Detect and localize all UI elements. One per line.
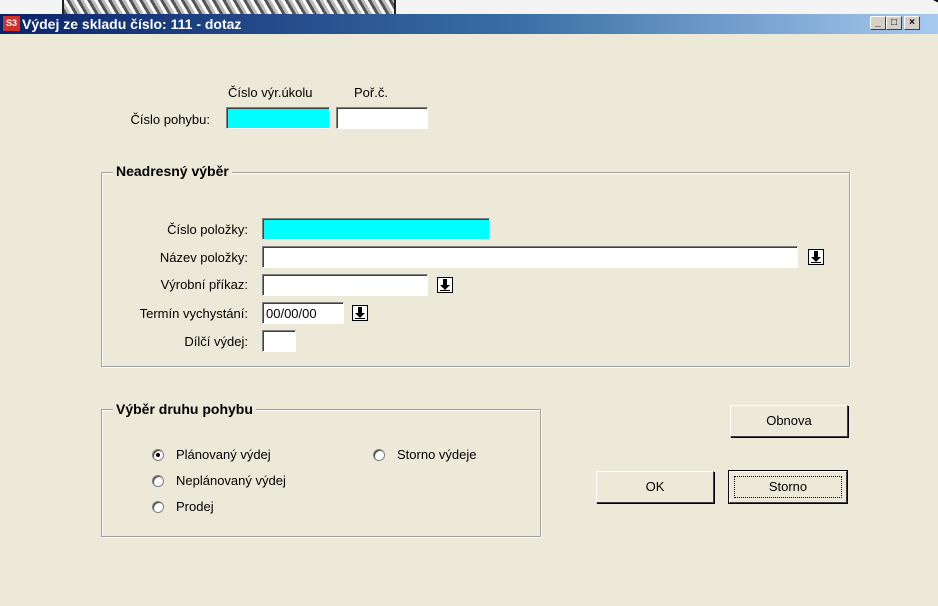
item-number-label: Číslo položky:	[167, 222, 248, 237]
ok-button[interactable]: OK	[596, 471, 714, 503]
radio-label: Neplánovaný výdej	[176, 473, 286, 488]
maximize-button[interactable]: □	[886, 16, 902, 30]
minimize-icon: _	[875, 17, 881, 28]
movement-number-label: Číslo pohybu:	[130, 112, 211, 127]
radio-cancel-issue[interactable]: Storno výdeje	[373, 446, 533, 464]
order-number-column-header: Poř.č.	[354, 85, 388, 100]
radio-button[interactable]	[373, 449, 385, 461]
item-number-input[interactable]	[262, 218, 490, 240]
window-title: Výdej ze skladu číslo: 111 - dotaz	[22, 16, 242, 32]
radio-dot	[156, 453, 160, 457]
production-order-lookup-button[interactable]	[437, 277, 453, 293]
background-image	[62, 0, 396, 14]
refresh-button[interactable]: Obnova	[730, 405, 848, 437]
radio-sale[interactable]: Prodej	[152, 498, 352, 516]
cancel-button[interactable]: Storno	[728, 470, 848, 504]
download-arrow-icon	[355, 307, 365, 319]
task-number-input[interactable]	[226, 107, 330, 129]
partial-issue-input[interactable]	[262, 330, 296, 352]
nonaddress-selection-title: Neadresný výběr	[113, 162, 232, 180]
pick-date-label: Termín vychystání:	[139, 306, 248, 321]
partial-issue-label: Dílčí výdej:	[184, 334, 248, 349]
radio-unplanned-issue[interactable]: Neplánovaný výdej	[152, 472, 352, 490]
radio-planned-issue[interactable]: Plánovaný výdej	[152, 446, 352, 464]
task-number-column-header: Číslo výr.úkolu	[228, 85, 313, 100]
close-icon: ×	[909, 17, 915, 28]
item-name-lookup-button[interactable]	[808, 249, 824, 265]
cancel-button-label: Storno	[768, 479, 808, 494]
desktop-backdrop	[0, 0, 938, 14]
background-curve	[856, 0, 938, 14]
radio-button-selected[interactable]	[152, 449, 164, 461]
minimize-button[interactable]: _	[870, 16, 886, 30]
app-icon[interactable]: S3	[3, 16, 20, 31]
radio-label: Storno výdeje	[397, 447, 477, 462]
close-button[interactable]: ×	[904, 16, 920, 30]
pick-date-lookup-button[interactable]	[352, 305, 368, 321]
title-bar[interactable]: S3 Výdej ze skladu číslo: 111 - dotaz _ …	[0, 14, 938, 34]
order-number-input[interactable]	[336, 107, 428, 129]
radio-button[interactable]	[152, 501, 164, 513]
radio-button[interactable]	[152, 475, 164, 487]
maximize-icon: □	[890, 17, 898, 28]
item-name-label: Název položky:	[159, 250, 248, 265]
item-name-input[interactable]	[262, 246, 798, 268]
download-arrow-icon	[811, 251, 821, 263]
dialog-window: S3 Výdej ze skladu číslo: 111 - dotaz _ …	[0, 14, 938, 606]
radio-label: Prodej	[176, 499, 214, 514]
production-order-input[interactable]	[262, 274, 428, 296]
download-arrow-icon	[440, 279, 450, 291]
production-order-label: Výrobní příkaz:	[160, 277, 248, 292]
movement-type-title: Výběr druhu pohybu	[113, 400, 256, 418]
pick-date-input[interactable]	[262, 302, 344, 324]
radio-label: Plánovaný výdej	[176, 447, 271, 462]
